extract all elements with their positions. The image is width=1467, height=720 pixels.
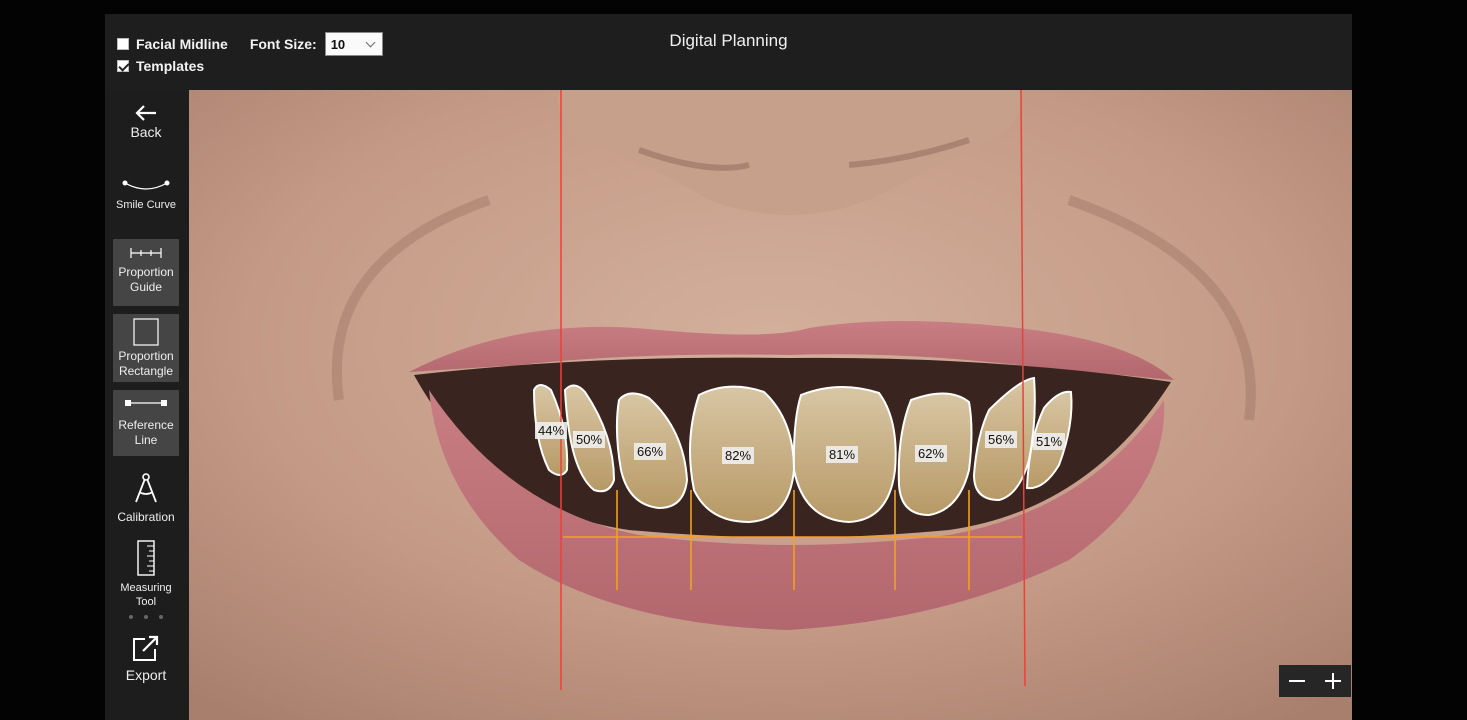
back-label: Back [130, 124, 162, 140]
image-canvas[interactable]: 44% 50% 66% 82% 81% 62% 56% 51% [189, 90, 1352, 720]
back-button[interactable]: Back [113, 104, 179, 140]
tooth-percent-8: 51% [1033, 433, 1066, 450]
proportion-guide-label-2: Guide [129, 280, 163, 294]
smile-curve-tool[interactable]: Smile Curve [113, 178, 179, 213]
page-title: Digital Planning [669, 31, 788, 50]
export-label: Export [125, 667, 167, 683]
calibration-tool[interactable]: Calibration [113, 472, 179, 525]
proportion-guide-tool[interactable]: Proportion Guide [113, 239, 179, 306]
tooth-percent-4: 82% [722, 447, 755, 464]
reference-line-tool[interactable]: Reference Line [113, 390, 179, 456]
tooth-percent-2: 50% [573, 431, 606, 448]
tooth-percent-5: 81% [826, 446, 859, 463]
options-row-2: Templates [117, 58, 204, 74]
app-window: Facial Midline Font Size: 10 Templates D… [105, 14, 1352, 720]
export-button[interactable]: Export [113, 634, 179, 683]
smile-curve-icon [122, 180, 170, 190]
smile-photo [189, 90, 1352, 720]
zoom-controls [1279, 665, 1351, 697]
zoom-out-button[interactable] [1279, 665, 1315, 697]
more-tools-indicator[interactable] [129, 615, 163, 619]
calibration-label: Calibration [117, 510, 175, 524]
tooth-percent-6: 62% [915, 445, 948, 462]
rectangle-icon [133, 318, 159, 346]
arrow-left-icon [135, 105, 156, 121]
compass-icon [135, 473, 157, 503]
proportion-guide-label-1: Proportion [118, 265, 174, 279]
templates-checkbox[interactable] [117, 60, 129, 72]
tooth-percent-7: 56% [985, 431, 1018, 448]
tooth-percent-3: 66% [634, 443, 667, 460]
zoom-in-button[interactable] [1315, 665, 1351, 697]
templates-label: Templates [136, 58, 205, 74]
proportion-guide-icon [130, 248, 162, 258]
measuring-tool-label-1: Measuring [120, 582, 172, 594]
proportion-rectangle-label-2: Rectangle [118, 364, 174, 378]
reference-line-label-1: Reference [118, 418, 174, 432]
tooth-percent-1: 44% [535, 422, 568, 439]
export-icon [133, 635, 159, 661]
tool-sidebar: Back Smile Curve Proportion Guide Propor… [105, 90, 189, 720]
smile-curve-label: Smile Curve [116, 199, 176, 211]
top-bar: Facial Midline Font Size: 10 Templates D… [105, 14, 1352, 90]
measuring-tool-label-2: Tool [135, 596, 157, 608]
proportion-rectangle-label-1: Proportion [118, 349, 174, 363]
measuring-tool[interactable]: Measuring Tool [113, 540, 179, 609]
reference-line-label-2: Line [134, 433, 158, 447]
proportion-rectangle-tool[interactable]: Proportion Rectangle [113, 314, 179, 382]
reference-line-icon [125, 400, 167, 406]
ruler-icon [137, 540, 155, 576]
